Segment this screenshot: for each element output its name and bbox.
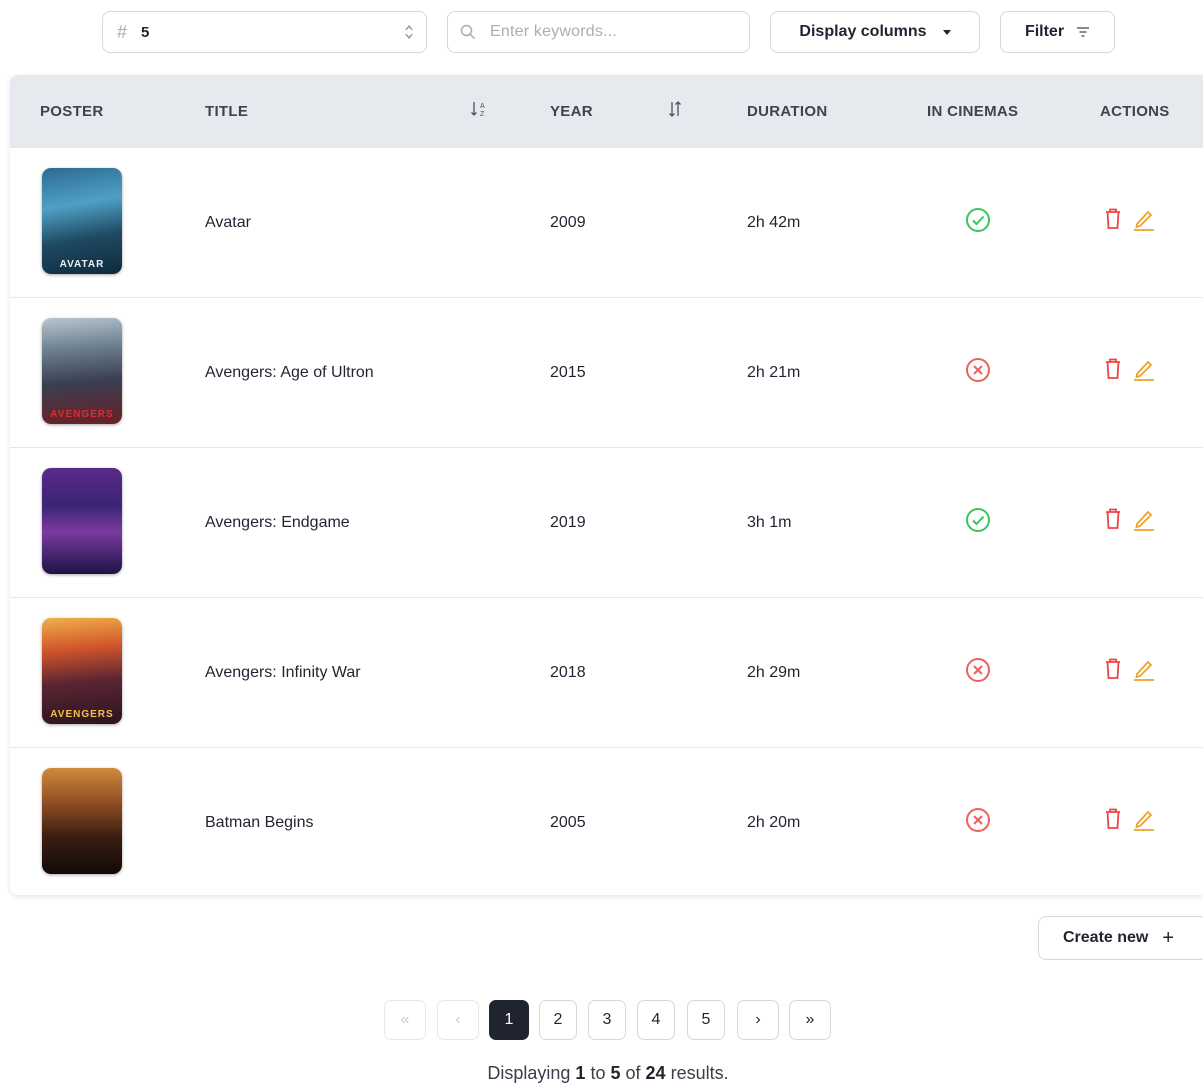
trash-icon[interactable] xyxy=(1103,207,1123,231)
movie-duration: 2h 29m xyxy=(747,663,801,681)
last-page-button[interactable]: » xyxy=(789,1000,831,1040)
page-button-5[interactable]: 5 xyxy=(687,1000,725,1040)
movie-duration: 2h 20m xyxy=(747,813,801,831)
hash-icon: # xyxy=(117,21,128,42)
column-header-duration: DURATION xyxy=(747,102,828,120)
table-row: Avengers: Endgame 2019 3h 1m xyxy=(10,447,1203,597)
next-page-button[interactable]: › xyxy=(737,1000,779,1040)
summary-to: 5 xyxy=(610,1063,621,1083)
table-header: POSTER TITLE A Z YEAR DURATION IN CINEMA… xyxy=(10,75,1203,147)
pencil-icon[interactable] xyxy=(1132,806,1156,832)
search-input[interactable]: Enter keywords... xyxy=(447,11,750,53)
movie-year: 2018 xyxy=(550,663,586,681)
movie-title: Avatar xyxy=(205,213,251,231)
poster-caption: AVENGERS xyxy=(50,409,114,420)
search-icon xyxy=(460,24,476,40)
sort-alpha-icon[interactable]: A Z xyxy=(470,99,488,119)
x-circle-icon xyxy=(966,658,990,682)
summary-total: 24 xyxy=(645,1063,666,1083)
sort-icon[interactable] xyxy=(667,99,683,119)
movie-title: Avengers: Age of Ultron xyxy=(205,363,374,381)
trash-icon[interactable] xyxy=(1103,657,1123,681)
pencil-icon[interactable] xyxy=(1132,506,1156,532)
movie-title: Avengers: Infinity War xyxy=(205,663,361,681)
plus-icon: + xyxy=(1162,926,1175,949)
column-header-title[interactable]: TITLE xyxy=(205,75,248,147)
stepper-icon[interactable] xyxy=(404,23,414,41)
column-header-year[interactable]: YEAR xyxy=(550,75,593,147)
movie-duration: 3h 1m xyxy=(747,513,792,531)
create-new-button[interactable]: Create new + xyxy=(1038,916,1203,960)
caret-down-icon xyxy=(942,29,951,35)
poster-image: AVENGERS xyxy=(42,318,122,424)
prev-page-button[interactable]: ‹ xyxy=(437,1000,479,1040)
movie-duration: 2h 21m xyxy=(747,363,801,381)
summary-prefix: Displaying xyxy=(487,1063,571,1083)
per-page-value: 5 xyxy=(141,23,150,41)
trash-icon[interactable] xyxy=(1103,507,1123,531)
poster-image: AVATAR xyxy=(42,168,122,274)
column-header-in-cinemas: IN CINEMAS xyxy=(927,102,1019,120)
poster-caption: AVATAR xyxy=(59,259,105,270)
trash-icon[interactable] xyxy=(1103,357,1123,381)
movie-title: Avengers: Endgame xyxy=(205,513,350,531)
poster-image xyxy=(42,768,122,874)
filter-button[interactable]: Filter xyxy=(1000,11,1115,53)
per-page-input[interactable]: # 5 xyxy=(102,11,427,53)
svg-text:A: A xyxy=(480,103,485,110)
display-columns-button[interactable]: Display columns xyxy=(770,11,980,53)
summary-of-word: of xyxy=(625,1063,641,1083)
column-header-poster: POSTER xyxy=(40,102,104,120)
table-row: Batman Begins 2005 2h 20m xyxy=(10,747,1203,895)
x-circle-icon xyxy=(966,358,990,382)
movie-year: 2005 xyxy=(550,813,586,831)
pencil-icon[interactable] xyxy=(1132,656,1156,682)
column-header-actions: ACTIONS xyxy=(1100,102,1170,120)
filter-icon xyxy=(1077,27,1090,37)
page-button-3[interactable]: 3 xyxy=(588,1000,626,1040)
page-button-2[interactable]: 2 xyxy=(539,1000,577,1040)
search-placeholder: Enter keywords... xyxy=(490,23,618,40)
results-summary: Displaying 1 to 5 of 24 results. xyxy=(0,1063,1203,1084)
page-button-4[interactable]: 4 xyxy=(637,1000,675,1040)
movie-duration: 2h 42m xyxy=(747,213,801,231)
filter-label: Filter xyxy=(1024,23,1065,40)
movie-year: 2019 xyxy=(550,513,586,531)
table-row: AVATAR Avatar 2009 2h 42m xyxy=(10,147,1203,297)
first-page-button[interactable]: « xyxy=(384,1000,426,1040)
movie-year: 2009 xyxy=(550,213,586,231)
table-row: AVENGERS Avengers: Infinity War 2018 2h … xyxy=(10,597,1203,747)
poster-image: AVENGERS xyxy=(42,618,122,724)
table-row: AVENGERS Avengers: Age of Ultron 2015 2h… xyxy=(10,297,1203,447)
create-new-label: Create new xyxy=(1063,929,1149,946)
summary-from: 1 xyxy=(575,1063,586,1083)
check-circle-icon xyxy=(966,208,990,232)
pencil-icon[interactable] xyxy=(1132,206,1156,232)
x-circle-icon xyxy=(966,808,990,832)
page-button-1[interactable]: 1 xyxy=(489,1000,529,1040)
pencil-icon[interactable] xyxy=(1132,356,1156,382)
check-circle-icon xyxy=(966,508,990,532)
trash-icon[interactable] xyxy=(1103,807,1123,831)
poster-image xyxy=(42,468,122,574)
poster-caption: AVENGERS xyxy=(50,709,114,720)
movies-table: POSTER TITLE A Z YEAR DURATION IN CINEMA… xyxy=(10,75,1203,895)
svg-text:Z: Z xyxy=(480,111,485,118)
movie-year: 2015 xyxy=(550,363,586,381)
display-columns-label: Display columns xyxy=(799,23,927,40)
summary-to-word: to xyxy=(590,1063,606,1083)
movie-title: Batman Begins xyxy=(205,813,314,831)
summary-suffix: results. xyxy=(670,1063,729,1083)
